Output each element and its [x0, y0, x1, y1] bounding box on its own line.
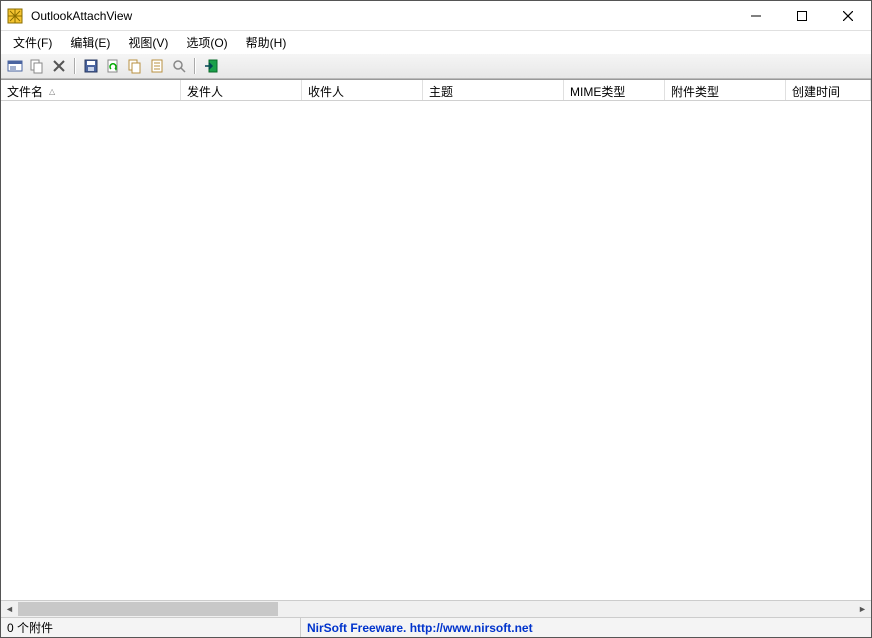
menu-bar: 文件(F) 编辑(E) 视图(V) 选项(O) 帮助(H)	[1, 31, 871, 53]
scroll-thumb[interactable]	[18, 602, 278, 616]
menu-view[interactable]: 视图(V)	[120, 32, 176, 53]
status-credit-text[interactable]: NirSoft Freeware. http://www.nirsoft.net	[307, 621, 533, 635]
properties-button[interactable]	[147, 56, 167, 76]
toolbar	[1, 53, 871, 79]
scan-options-button[interactable]	[5, 56, 25, 76]
title-bar: OutlookAttachView	[1, 1, 871, 31]
window-controls	[733, 1, 871, 30]
window-title: OutlookAttachView	[29, 9, 733, 23]
status-credit: NirSoft Freeware. http://www.nirsoft.net	[301, 618, 539, 637]
delete-button[interactable]	[49, 56, 69, 76]
copy-cell-button[interactable]	[125, 56, 145, 76]
column-label: 发件人	[187, 83, 223, 100]
list-content-area[interactable]	[1, 101, 871, 600]
save-button[interactable]	[81, 56, 101, 76]
column-label: 创建时间	[792, 83, 840, 100]
scroll-track[interactable]	[18, 601, 854, 617]
column-header-row: 文件名 △ 发件人 收件人 主题 MIME类型 附件类型 创建时间	[1, 79, 871, 101]
column-mime[interactable]: MIME类型	[564, 80, 665, 100]
close-button[interactable]	[825, 1, 871, 30]
toolbar-separator	[73, 56, 77, 76]
status-count: 0 个附件	[1, 618, 301, 637]
copy-selected-button[interactable]	[27, 56, 47, 76]
horizontal-scrollbar[interactable]: ◄ ►	[1, 600, 871, 617]
column-created[interactable]: 创建时间	[786, 80, 871, 100]
column-attach-type[interactable]: 附件类型	[665, 80, 786, 100]
scroll-right-button[interactable]: ►	[854, 601, 871, 617]
menu-file[interactable]: 文件(F)	[5, 32, 60, 53]
menu-edit[interactable]: 编辑(E)	[62, 32, 118, 53]
menu-options[interactable]: 选项(O)	[178, 32, 235, 53]
sort-ascending-icon: △	[49, 87, 55, 96]
column-label: 收件人	[308, 83, 344, 100]
app-window: OutlookAttachView 文件(F) 编辑(E) 视图(V) 选项(O…	[0, 0, 872, 638]
toolbar-separator	[193, 56, 197, 76]
column-subject[interactable]: 主题	[423, 80, 564, 100]
column-label: 主题	[429, 83, 453, 100]
exit-button[interactable]	[201, 56, 221, 76]
column-label: 附件类型	[671, 83, 719, 100]
scroll-left-button[interactable]: ◄	[1, 601, 18, 617]
column-to[interactable]: 收件人	[302, 80, 423, 100]
column-label: 文件名	[7, 83, 43, 100]
minimize-button[interactable]	[733, 1, 779, 30]
column-label: MIME类型	[570, 83, 625, 100]
find-button[interactable]	[169, 56, 189, 76]
maximize-button[interactable]	[779, 1, 825, 30]
column-filename[interactable]: 文件名 △	[1, 80, 181, 100]
refresh-button[interactable]	[103, 56, 123, 76]
app-icon	[7, 8, 23, 24]
column-from[interactable]: 发件人	[181, 80, 302, 100]
status-bar: 0 个附件 NirSoft Freeware. http://www.nirso…	[1, 617, 871, 637]
menu-help[interactable]: 帮助(H)	[238, 32, 295, 53]
